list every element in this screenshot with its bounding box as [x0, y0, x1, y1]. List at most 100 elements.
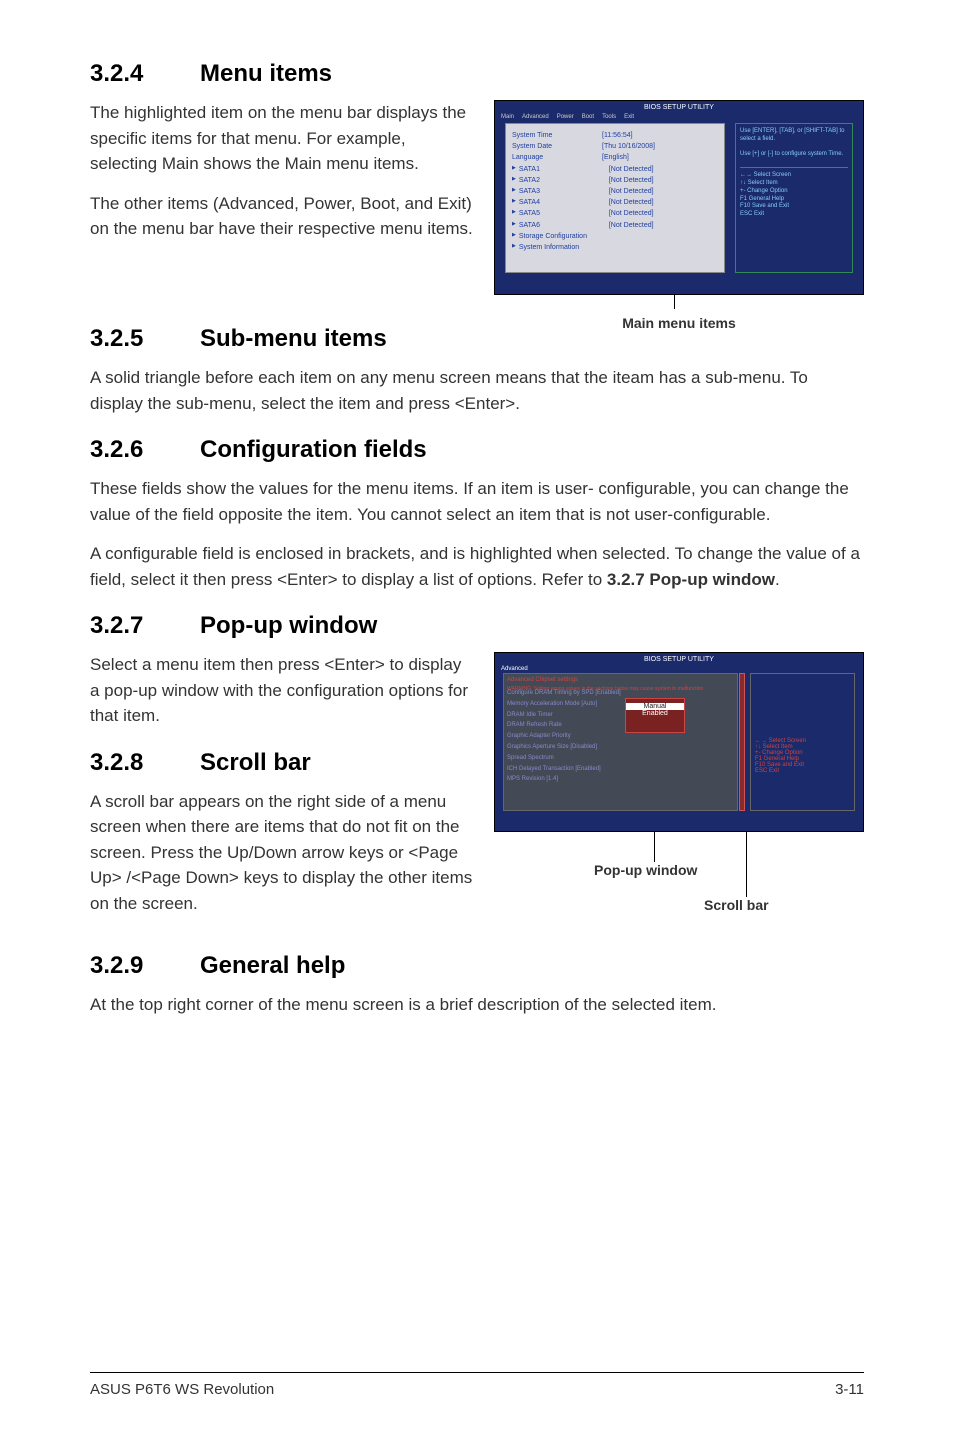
p-326-2c: . [775, 570, 780, 589]
title-329: General help [200, 952, 345, 979]
lbl5: SATA3 [519, 186, 609, 197]
fl2: DRAM Idle Timer [507, 710, 733, 721]
title-326: Configuration fields [200, 436, 427, 463]
row-327: Select a menu item then press <Enter> to… [90, 652, 864, 932]
val0: [11:56:54] [602, 130, 633, 141]
secno-326: 3.2.6 [90, 436, 200, 464]
p-325-1: A solid triangle before each item on any… [90, 365, 864, 416]
title-325: Sub-menu items [200, 325, 387, 352]
popup-opt-0: Manual [626, 703, 684, 710]
bios-row-8: SATA6[Not Detected] [512, 220, 718, 231]
caption-box-2: Pop-up window Scroll bar [494, 832, 864, 932]
col-text-327: Select a menu item then press <Enter> to… [90, 652, 474, 930]
secno-329: 3.2.9 [90, 952, 200, 980]
lbl3: SATA1 [519, 164, 609, 175]
footer: ASUS P6T6 WS Revolution 3-11 [90, 1372, 864, 1398]
bios-row-4: SATA2[Not Detected] [512, 175, 718, 186]
lbl2: Language [512, 152, 602, 163]
p-329-1: At the top right corner of the menu scre… [90, 992, 864, 1018]
p-328-1: A scroll bar appears on the right side o… [90, 789, 474, 917]
lbl7: SATA5 [519, 208, 609, 219]
title-328: Scroll bar [200, 749, 311, 776]
col-img-324: BIOS SETUP UTILITY Main Advanced Power B… [494, 100, 864, 325]
fl1: Memory Acceleration Mode [Auto] [507, 699, 733, 710]
fl11: MPS Revision [1.4] [507, 774, 733, 785]
footer-right: 3-11 [835, 1381, 864, 1398]
fig2-right: ←→ Select Screen ↑↓ Select Item +- Chang… [750, 673, 855, 811]
caption-container-1: Main menu items [494, 295, 864, 325]
bios-figure-2: BIOS SETUP UTILITY Advanced Advanced Chi… [494, 652, 864, 832]
fl7: Spread Spectrum [507, 753, 733, 764]
bios-left-panel: System Time[11:56:54] System Date[Thu 10… [505, 123, 725, 273]
lbl9: Storage Configuration [519, 231, 609, 242]
bios-row-1: System Date[Thu 10/16/2008] [512, 141, 718, 152]
bios-figure-1: BIOS SETUP UTILITY Main Advanced Power B… [494, 100, 864, 295]
bios-row-10: System Information [512, 242, 718, 253]
bios-title-2: BIOS SETUP UTILITY Advanced [495, 655, 863, 673]
val3: [Not Detected] [609, 164, 654, 175]
val6: [Not Detected] [609, 197, 654, 208]
scroll-bar [739, 673, 745, 811]
col-img-327: BIOS SETUP UTILITY Advanced Advanced Chi… [494, 652, 864, 932]
lbl1: System Date [512, 141, 602, 152]
title-327: Pop-up window [200, 612, 377, 639]
bios-right-panel: Use [ENTER], [TAB], or [SHIFT-TAB] to se… [735, 123, 853, 273]
row-324: The highlighted item on the menu bar dis… [90, 100, 864, 325]
bios-row-5: SATA3[Not Detected] [512, 186, 718, 197]
popup-opt-1: Enabled [626, 710, 684, 717]
caption-popup: Pop-up window [594, 862, 697, 878]
lbl8: SATA6 [519, 220, 609, 231]
p-327-1: Select a menu item then press <Enter> to… [90, 652, 474, 729]
footer-left: ASUS P6T6 WS Revolution [90, 1381, 274, 1398]
fl5: Graphic Adapter Priority [507, 731, 733, 742]
heading-329: 3.2.9General help [90, 952, 864, 980]
fl9: ICH Delayed Transaction [Enabled] [507, 764, 733, 775]
fl0: Configure DRAM Timing by SPD [Enabled] [507, 688, 733, 699]
secno-325: 3.2.5 [90, 325, 200, 353]
legend-text: ←→ Select Screen ↑↓ Select Item +- Chang… [740, 167, 848, 219]
menu-boot: Boot [582, 113, 594, 122]
bios-row-7: SATA5[Not Detected] [512, 208, 718, 219]
bios-row-3: SATA1[Not Detected] [512, 164, 718, 175]
bios-title-text-2: BIOS SETUP UTILITY [644, 656, 714, 663]
callout-line-scroll [746, 832, 747, 897]
val2: [English] [602, 152, 629, 163]
menu-tools: Tools [602, 113, 616, 122]
caption-main-menu: Main menu items [494, 315, 864, 331]
menu-power: Power [557, 113, 574, 122]
heading-326: 3.2.6Configuration fields [90, 436, 864, 464]
p-324-1: The highlighted item on the menu bar dis… [90, 100, 474, 177]
val8: [Not Detected] [609, 220, 654, 231]
bios-menubar: Main Advanced Power Boot Tools Exit [501, 113, 857, 122]
secno-324: 3.2.4 [90, 60, 200, 88]
secno-328: 3.2.8 [90, 749, 200, 777]
bios-row-0: System Time[11:56:54] [512, 130, 718, 141]
p-326-2: A configurable field is enclosed in brac… [90, 541, 864, 592]
heading-324: 3.2.4Menu items [90, 60, 864, 88]
fl3: DRAM Refresh Rate [507, 720, 733, 731]
legend-text-2: ←→ Select Screen ↑↓ Select Item +- Chang… [755, 738, 850, 774]
val5: [Not Detected] [609, 186, 654, 197]
fig2-lines: Configure DRAM Timing by SPD [Enabled] M… [507, 688, 733, 785]
p-326-1: These fields show the values for the men… [90, 476, 864, 527]
menu-advanced: Advanced [522, 113, 549, 122]
help-text: Use [ENTER], [TAB], or [SHIFT-TAB] to se… [740, 128, 848, 159]
heading-328: 3.2.8Scroll bar [90, 749, 474, 777]
menu-main: Main [501, 113, 514, 122]
page: 3.2.4Menu items The highlighted item on … [0, 0, 954, 1438]
bios-row-9: Storage Configuration [512, 231, 718, 242]
lbl4: SATA2 [519, 175, 609, 186]
val7: [Not Detected] [609, 208, 654, 219]
content: 3.2.4Menu items The highlighted item on … [90, 60, 864, 1018]
caption-scroll: Scroll bar [704, 897, 769, 913]
lbl0: System Time [512, 130, 602, 141]
p-326-2b: 3.2.7 Pop-up window [607, 570, 775, 589]
bios-row-2: Language[English] [512, 152, 718, 163]
callout-line-1 [674, 295, 675, 309]
secno-327: 3.2.7 [90, 612, 200, 640]
popup-window: Manual Enabled [625, 698, 685, 733]
val1: [Thu 10/16/2008] [602, 141, 655, 152]
bios-title-1: BIOS SETUP UTILITY Main Advanced Power B… [495, 103, 863, 121]
fl6: Graphics Aperture Size [Disabled] [507, 742, 733, 753]
heading-327: 3.2.7Pop-up window [90, 612, 864, 640]
